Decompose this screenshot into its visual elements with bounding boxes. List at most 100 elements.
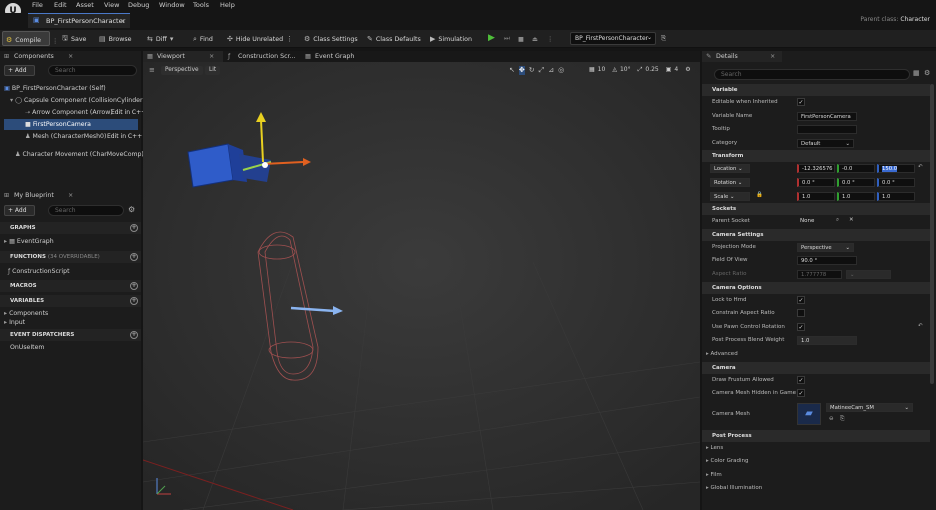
- compile-options-icon[interactable]: ⋮: [52, 35, 58, 47]
- row-film[interactable]: ▸ Film: [702, 469, 930, 483]
- lock-to-hmd-checkbox[interactable]: ✓: [797, 295, 805, 304]
- add-component-button[interactable]: + Add: [4, 65, 35, 76]
- section-camera-options[interactable]: Camera Options: [702, 281, 930, 294]
- lock-icon[interactable]: 🔒: [756, 192, 763, 198]
- add-member-button[interactable]: + Add: [4, 205, 35, 216]
- tab-viewport[interactable]: ▦ Viewport ×: [143, 51, 223, 62]
- grid-snap-value[interactable]: 10: [598, 66, 606, 74]
- section-camera[interactable]: Camera: [702, 361, 930, 374]
- location-x-input[interactable]: -12.326576: [797, 164, 835, 174]
- lit-button[interactable]: Lit: [205, 66, 221, 75]
- construction-script-item[interactable]: ƒ ConstructionScript: [8, 266, 70, 277]
- debug-object-select[interactable]: BP_FirstPersonCharacter ⌄: [570, 32, 656, 45]
- class-settings-button[interactable]: ⚙ Class Settings: [304, 33, 358, 45]
- simulation-button[interactable]: ▶ Simulation: [430, 33, 472, 45]
- viewport[interactable]: ≡ Perspective Lit ↖ ✥ ↻ ⤢ ⊿ ◎ ▦ 10 ◬ 10°…: [143, 62, 700, 510]
- menu-help[interactable]: Help: [220, 1, 235, 9]
- row-global-illumination[interactable]: ▸ Global Illumination: [702, 482, 930, 496]
- category-select[interactable]: Default ⌄: [797, 138, 854, 148]
- select-icon[interactable]: ↖: [509, 66, 515, 75]
- section-variables[interactable]: VARIABLES +: [0, 295, 141, 307]
- tree-item-arrow[interactable]: ➝ Arrow Component (Arrow) Edit in C++: [25, 107, 146, 118]
- perspective-button[interactable]: Perspective: [161, 66, 203, 75]
- step-icon[interactable]: ⏭: [504, 33, 510, 45]
- browse-debug-icon[interactable]: ⎘: [661, 33, 666, 45]
- close-tab-icon[interactable]: ×: [68, 53, 73, 60]
- camera-mesh-hidden-checkbox[interactable]: ✓: [797, 389, 805, 398]
- tree-item-first-person-camera[interactable]: ■ FirstPersonCamera: [4, 119, 138, 130]
- section-event-dispatchers[interactable]: EVENT DISPATCHERS +: [0, 329, 141, 341]
- rotation-y-input[interactable]: 0.0 °: [837, 177, 875, 187]
- draw-frustum-checkbox[interactable]: ✓: [797, 375, 805, 384]
- menu-asset[interactable]: Asset: [76, 1, 94, 9]
- close-tab-icon[interactable]: ×: [209, 53, 214, 60]
- tab-event-graph[interactable]: ▦ Event Graph: [301, 51, 377, 62]
- my-blueprint-search-input[interactable]: Search: [48, 205, 124, 216]
- components-tab[interactable]: ⊞ Components ×: [0, 51, 141, 62]
- eject-icon[interactable]: ⏏: [532, 33, 538, 45]
- tree-item-mesh[interactable]: ♟ Mesh (CharacterMesh0) Edit in C++: [25, 131, 142, 142]
- reset-to-default-icon[interactable]: ↶: [918, 164, 923, 170]
- camera-mesh-select[interactable]: MatineeCam_SM ⌄: [826, 402, 913, 412]
- menu-tools[interactable]: Tools: [193, 1, 209, 9]
- scale-z-input[interactable]: 1.0: [877, 191, 915, 201]
- viewport-menu-icon[interactable]: ≡: [149, 66, 155, 74]
- scale-mode-select[interactable]: Scale ⌄: [710, 191, 750, 201]
- scale-x-input[interactable]: 1.0: [797, 191, 835, 201]
- rotate-icon[interactable]: ↻: [529, 66, 535, 75]
- menu-view[interactable]: View: [104, 1, 119, 9]
- details-search-input[interactable]: Search: [714, 69, 910, 80]
- rotation-z-input[interactable]: 0.0 °: [877, 177, 915, 187]
- section-transform[interactable]: Transform: [702, 150, 930, 163]
- row-color-grading[interactable]: ▸ Color Grading: [702, 455, 930, 469]
- surface-snap-icon[interactable]: ⊿: [548, 66, 554, 75]
- tree-item-capsule[interactable]: ▾ ◯ Capsule Component (CollisionCylinder…: [10, 95, 145, 106]
- rotation-x-input[interactable]: 0.0 °: [797, 177, 835, 187]
- close-tab-icon[interactable]: ×: [121, 17, 126, 25]
- close-tab-icon[interactable]: ×: [68, 192, 73, 199]
- location-z-input[interactable]: 150.0: [877, 164, 915, 174]
- diff-button[interactable]: ⇆ Diff ▾: [147, 33, 173, 45]
- editable-when-inherited-checkbox[interactable]: ✓: [797, 98, 805, 106]
- reset-to-default-icon[interactable]: ↶: [918, 323, 923, 329]
- edit-in-cpp-link[interactable]: Edit in C++: [111, 109, 146, 116]
- hide-unrelated-button[interactable]: ✣ Hide Unrelated ⋮: [227, 33, 293, 45]
- section-post-process[interactable]: Post Process: [702, 429, 930, 442]
- add-function-icon[interactable]: +: [130, 253, 138, 261]
- scale-snap-icon[interactable]: ⤢: [638, 66, 643, 74]
- menu-file[interactable]: File: [32, 1, 43, 9]
- use-pawn-control-checkbox[interactable]: ✓: [797, 322, 805, 331]
- camera-speed-value[interactable]: 4: [674, 66, 678, 74]
- camera-speed-icon[interactable]: ▣: [666, 66, 672, 74]
- add-graph-icon[interactable]: +: [130, 224, 138, 232]
- details-settings-icon[interactable]: ⚙: [924, 69, 930, 77]
- translate-icon[interactable]: ✥: [518, 66, 525, 75]
- camera-mesh-thumbnail[interactable]: ▰: [797, 402, 821, 425]
- use-selected-icon[interactable]: ⊖: [829, 416, 834, 422]
- row-lens[interactable]: ▸ Lens: [702, 442, 930, 456]
- scale-icon[interactable]: ⤢: [539, 66, 545, 75]
- grid-snap-icon[interactable]: ▦: [589, 66, 595, 74]
- section-macros[interactable]: MACROS +: [0, 280, 141, 292]
- projection-mode-select[interactable]: Perspective ⌄: [797, 242, 854, 252]
- add-variable-icon[interactable]: +: [130, 297, 138, 305]
- section-functions[interactable]: FUNCTIONS (34 OVERRIDABLE) +: [0, 251, 141, 263]
- event-graph-item[interactable]: ▸ ▦ EventGraph: [4, 236, 54, 247]
- variable-name-input[interactable]: FirstPersonCamera: [797, 111, 857, 121]
- property-matrix-icon[interactable]: ▦: [913, 69, 920, 77]
- blueprint-document-tab[interactable]: ▣ BP_FirstPersonCharacter ×: [28, 13, 130, 28]
- settings-gear-icon[interactable]: ⚙: [128, 205, 135, 214]
- tree-item-character-movement[interactable]: ♟ Character Movement (CharMoveComp): [15, 149, 144, 160]
- browse-socket-icon[interactable]: ⌕: [836, 217, 839, 224]
- section-sockets[interactable]: Sockets: [702, 203, 930, 216]
- components-search-input[interactable]: Search: [48, 65, 137, 76]
- location-mode-select[interactable]: Location ⌄: [710, 164, 750, 174]
- play-icon[interactable]: ▶: [488, 32, 495, 44]
- post-process-weight-input[interactable]: 1.0: [797, 336, 857, 346]
- section-graphs[interactable]: GRAPHS +: [0, 222, 141, 234]
- row-advanced[interactable]: ▸ Advanced: [702, 348, 930, 362]
- clear-socket-icon[interactable]: ✕: [849, 217, 854, 223]
- section-camera-settings[interactable]: Camera Settings: [702, 228, 930, 241]
- details-scrollbar[interactable]: [930, 84, 934, 384]
- browse-asset-icon[interactable]: ⎘: [840, 416, 844, 423]
